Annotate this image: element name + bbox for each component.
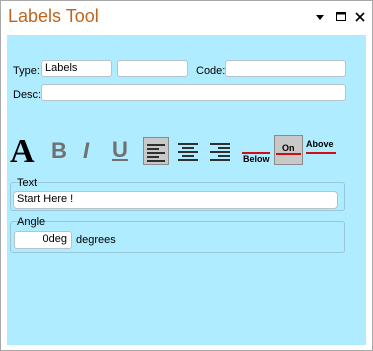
align-right-button[interactable] [207,137,233,165]
desc-field[interactable] [41,84,346,101]
code-field[interactable] [225,60,346,77]
angle-unit-label: degrees [76,234,116,246]
angle-input[interactable]: 0deg [14,231,72,249]
type-label: Type: [13,65,40,77]
labels-panel: Type: Labels Code: Desc: A B I U Below O… [7,35,366,345]
title-bar: Labels Tool [1,1,372,33]
text-group-title: Text [17,177,38,189]
align-left-button[interactable] [143,137,169,165]
label-text-input[interactable]: Start Here ! [13,191,338,209]
window-title: Labels Tool [8,6,99,26]
position-below-button[interactable]: Below [241,139,271,167]
line-above-icon [306,152,336,154]
position-above-button[interactable]: Above [305,139,337,159]
angle-group-title: Angle [17,216,46,228]
align-center-button[interactable] [175,137,201,165]
type-field[interactable]: Labels [41,60,112,77]
type-extra-field[interactable] [117,60,188,77]
code-label: Code: [196,65,226,77]
position-on-button[interactable]: On [274,135,303,165]
italic-button[interactable]: I [83,139,89,163]
position-below-label: Below [243,154,270,164]
desc-label: Desc: [13,89,42,101]
maximize-icon[interactable] [335,11,347,23]
font-icon[interactable]: A [10,135,35,169]
position-above-label: Above [306,139,334,149]
labels-tool-window: Labels Tool Type: Labels Code: Desc: A B… [0,0,373,351]
align-left-icon [147,144,165,162]
dropdown-triangle-icon[interactable] [314,11,326,23]
bold-button[interactable]: B [51,139,67,163]
line-on-icon [276,153,301,155]
align-right-icon [210,143,230,161]
close-icon[interactable] [354,11,366,23]
align-center-icon [178,143,198,161]
underline-button[interactable]: U [112,138,128,162]
